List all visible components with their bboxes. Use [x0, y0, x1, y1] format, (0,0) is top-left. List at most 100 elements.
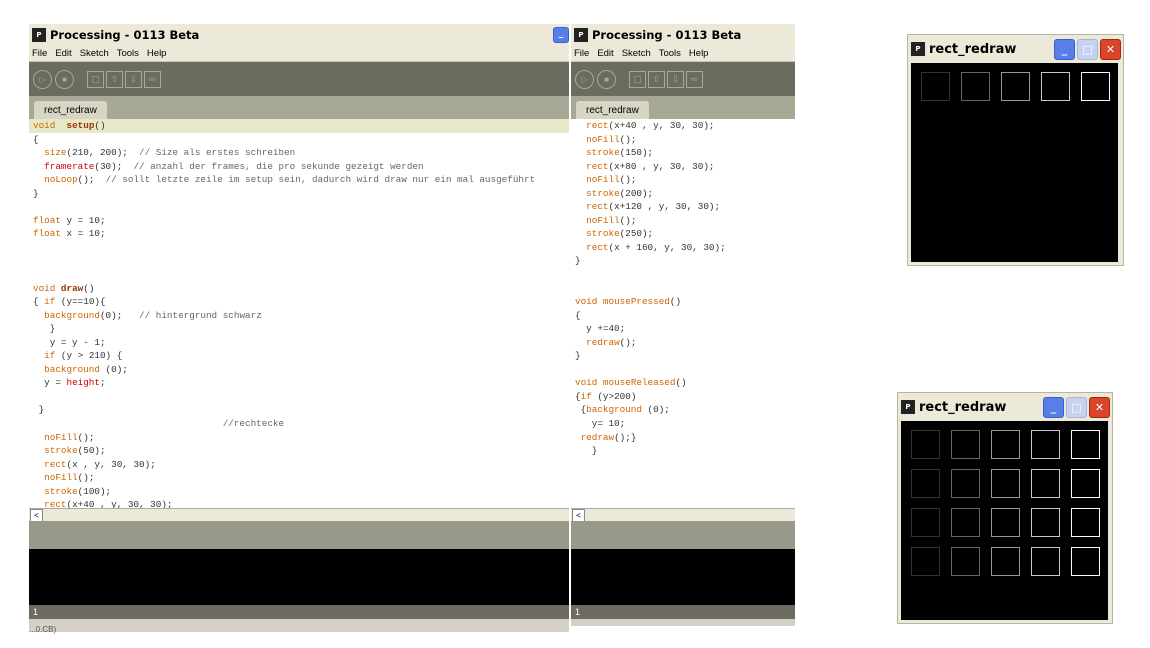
- menu-edit[interactable]: Edit: [597, 48, 613, 59]
- open-icon[interactable]: ⇧: [106, 70, 123, 88]
- code-line[interactable]: [29, 268, 569, 282]
- window-titlebar[interactable]: P rect_redraw _ □ ✕: [908, 35, 1123, 63]
- sketch-rect: [1071, 547, 1100, 576]
- code-line[interactable]: size(210, 200); // Size als erstes schre…: [29, 146, 569, 160]
- code-line[interactable]: void draw(): [29, 282, 569, 296]
- save-icon[interactable]: ⇩: [667, 70, 684, 88]
- menu-help[interactable]: Help: [689, 48, 709, 59]
- code-line[interactable]: if (y > 210) {: [29, 349, 569, 363]
- code-line[interactable]: noFill();: [571, 133, 795, 147]
- code-line[interactable]: rect(x , y, 30, 30);: [29, 458, 569, 472]
- close-button[interactable]: ✕: [1089, 396, 1110, 418]
- code-line[interactable]: }: [29, 187, 569, 201]
- code-line[interactable]: void setup(): [29, 119, 569, 133]
- code-line[interactable]: [571, 363, 795, 377]
- menu-sketch[interactable]: Sketch: [80, 48, 109, 59]
- sketch-canvas[interactable]: [911, 63, 1118, 262]
- code-line[interactable]: y= 10;: [571, 417, 795, 431]
- menu-tools[interactable]: Tools: [117, 48, 139, 59]
- code-line[interactable]: framerate(30); // anzahl der frames, die…: [29, 160, 569, 174]
- code-line[interactable]: {: [571, 309, 795, 323]
- code-line[interactable]: [29, 241, 569, 255]
- code-line[interactable]: stroke(50);: [29, 444, 569, 458]
- code-line[interactable]: noFill();: [571, 214, 795, 228]
- code-line[interactable]: rect(x+40 , y, 30, 30);: [571, 119, 795, 133]
- horizontal-scrollbar[interactable]: <: [29, 508, 569, 522]
- code-line[interactable]: y +=40;: [571, 322, 795, 336]
- code-line[interactable]: [29, 200, 569, 214]
- menu-help[interactable]: Help: [147, 48, 167, 59]
- code-line[interactable]: }: [571, 444, 795, 458]
- code-line[interactable]: redraw();: [571, 336, 795, 350]
- tab-rect-redraw[interactable]: rect_redraw: [34, 101, 107, 120]
- run-icon[interactable]: ▷: [575, 69, 594, 89]
- code-line[interactable]: noFill();: [29, 471, 569, 485]
- code-line[interactable]: redraw();}: [571, 431, 795, 445]
- code-editor[interactable]: rect(x+40 , y, 30, 30); noFill(); stroke…: [571, 119, 795, 514]
- code-line[interactable]: {if (y>200): [571, 390, 795, 404]
- code-line[interactable]: rect(x+80 , y, 30, 30);: [571, 160, 795, 174]
- new-file-icon[interactable]: ▢: [87, 70, 104, 88]
- menu-sketch[interactable]: Sketch: [622, 48, 651, 59]
- code-line[interactable]: [571, 268, 795, 282]
- code-line[interactable]: background (0);: [29, 363, 569, 377]
- menu-edit[interactable]: Edit: [55, 48, 71, 59]
- sketch-canvas[interactable]: [901, 421, 1108, 620]
- code-line[interactable]: }: [29, 322, 569, 336]
- sketch-rect: [1071, 430, 1100, 459]
- horizontal-scrollbar[interactable]: <: [571, 508, 795, 522]
- code-line[interactable]: noFill();: [29, 431, 569, 445]
- code-line[interactable]: stroke(250);: [571, 227, 795, 241]
- new-file-icon[interactable]: ▢: [629, 70, 646, 88]
- export-icon[interactable]: ⇨: [144, 70, 161, 88]
- minimize-button[interactable]: _: [1043, 396, 1064, 418]
- code-line[interactable]: { if (y==10){: [29, 295, 569, 309]
- minimize-button[interactable]: _: [553, 27, 569, 43]
- code-line[interactable]: [571, 282, 795, 296]
- sketch-rect: [1031, 430, 1060, 459]
- stop-icon[interactable]: ■: [597, 69, 616, 89]
- window-titlebar[interactable]: P Processing - 0113 Beta _: [29, 24, 569, 46]
- code-line[interactable]: stroke(150);: [571, 146, 795, 160]
- code-line[interactable]: [29, 254, 569, 268]
- code-line[interactable]: }: [571, 349, 795, 363]
- status-line-number: 1: [29, 605, 569, 619]
- sketch-rect: [951, 508, 980, 537]
- code-line[interactable]: y = y - 1;: [29, 336, 569, 350]
- sketch-rect: [1031, 508, 1060, 537]
- code-line[interactable]: float y = 10;: [29, 214, 569, 228]
- code-line[interactable]: //rechtecke: [29, 417, 569, 431]
- code-line[interactable]: {background (0);: [571, 403, 795, 417]
- open-icon[interactable]: ⇧: [648, 70, 665, 88]
- code-line[interactable]: stroke(100);: [29, 485, 569, 499]
- menu-file[interactable]: File: [574, 48, 589, 59]
- code-line[interactable]: background(0); // hintergrund schwarz: [29, 309, 569, 323]
- code-line[interactable]: rect(x+120 , y, 30, 30);: [571, 200, 795, 214]
- code-line[interactable]: void mousePressed(): [571, 295, 795, 309]
- minimize-button[interactable]: _: [1054, 38, 1075, 60]
- save-icon[interactable]: ⇩: [125, 70, 142, 88]
- window-titlebar[interactable]: P Processing - 0113 Beta: [571, 24, 795, 46]
- window-titlebar[interactable]: P rect_redraw _ □ ✕: [898, 393, 1112, 421]
- code-line[interactable]: noFill();: [571, 173, 795, 187]
- code-line[interactable]: [29, 390, 569, 404]
- code-line[interactable]: }: [571, 254, 795, 268]
- p5-icon: P: [901, 400, 915, 414]
- code-line[interactable]: void mouseReleased(): [571, 376, 795, 390]
- code-line[interactable]: noLoop(); // sollt letzte zeile im setup…: [29, 173, 569, 187]
- run-icon[interactable]: ▷: [33, 69, 52, 89]
- code-line[interactable]: float x = 10;: [29, 227, 569, 241]
- menu-file[interactable]: File: [32, 48, 47, 59]
- menu-tools[interactable]: Tools: [659, 48, 681, 59]
- code-line[interactable]: {: [29, 133, 569, 147]
- code-line[interactable]: y = height;: [29, 376, 569, 390]
- close-button[interactable]: ✕: [1100, 38, 1121, 60]
- tab-rect-redraw[interactable]: rect_redraw: [576, 101, 649, 120]
- window-title: Processing - 0113 Beta: [592, 28, 742, 42]
- stop-icon[interactable]: ■: [55, 69, 74, 89]
- export-icon[interactable]: ⇨: [686, 70, 703, 88]
- code-line[interactable]: rect(x + 160, y, 30, 30);: [571, 241, 795, 255]
- code-editor[interactable]: void setup(){ size(210, 200); // Size al…: [29, 119, 569, 514]
- code-line[interactable]: }: [29, 403, 569, 417]
- code-line[interactable]: stroke(200);: [571, 187, 795, 201]
